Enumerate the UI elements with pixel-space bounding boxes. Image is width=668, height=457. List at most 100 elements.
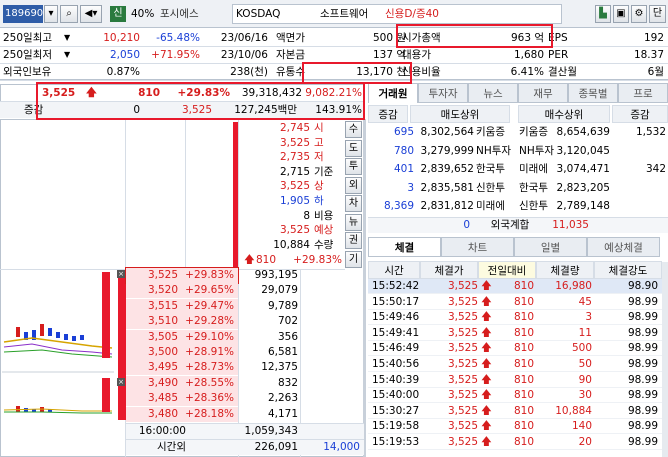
info-mid-value: 500 원 bbox=[372, 32, 406, 44]
tab-4[interactable]: 종목별 bbox=[568, 83, 618, 103]
speaker-icon[interactable]: ◀▾ bbox=[80, 5, 102, 23]
info-mid-label: 유통수 bbox=[276, 66, 305, 78]
summary-label: 저 bbox=[314, 151, 324, 164]
trade-time: 15:50:17 bbox=[372, 295, 420, 308]
trade-time: 15:40:00 bbox=[372, 389, 420, 402]
side-tab-4[interactable]: 차 bbox=[345, 195, 362, 212]
ob-footer-label: 16:00:00 bbox=[138, 425, 186, 437]
row-line bbox=[0, 80, 668, 81]
price-change-pct: +29.83% bbox=[177, 87, 230, 99]
tab-2[interactable]: 뉴스 bbox=[468, 83, 518, 103]
trade-time: 15:19:58 bbox=[372, 420, 420, 433]
broker-sell-name: 키움증 bbox=[476, 126, 505, 138]
chart-close-icon[interactable]: × bbox=[117, 270, 125, 278]
trade-qty: 45 bbox=[578, 295, 592, 308]
side-tab-3[interactable]: 외 bbox=[345, 176, 362, 194]
ma-line-3 bbox=[3, 349, 113, 358]
info-left-value: 10,210 bbox=[103, 32, 140, 44]
broker-sell-name: 신한투 bbox=[476, 181, 505, 194]
ob-price: 3,490 bbox=[147, 376, 178, 389]
trade-scrollbar[interactable] bbox=[662, 262, 668, 457]
ob-pct: +28.36% bbox=[185, 392, 234, 405]
trade-tab-1[interactable]: 차트 bbox=[441, 237, 514, 257]
trade-price: 3,525 bbox=[447, 436, 478, 448]
trade-tab-0[interactable]: 체결 bbox=[368, 237, 441, 257]
ob-qty: 29,079 bbox=[261, 284, 298, 297]
side-tab-6[interactable]: 권 bbox=[345, 232, 362, 249]
expected-pct: +29.83% bbox=[293, 254, 342, 266]
search-icon[interactable]: ⌕ bbox=[60, 5, 78, 23]
summary-value: 2,735 bbox=[279, 151, 310, 164]
divider bbox=[238, 119, 239, 457]
trade-strength: 98.99 bbox=[627, 420, 658, 433]
trade-qty: 11 bbox=[578, 326, 592, 339]
ob-price: 3,480 bbox=[147, 407, 178, 420]
trade-time: 15:19:53 bbox=[372, 436, 420, 448]
broker-header: 매도상위 bbox=[410, 105, 510, 123]
dropdown-icon[interactable]: ▼ bbox=[64, 47, 70, 63]
gear-icon[interactable]: ⚙ bbox=[631, 5, 647, 23]
trade-header: 체결량 bbox=[536, 261, 594, 279]
summary-label: 시 bbox=[314, 122, 324, 134]
info-left-value: 0.87% bbox=[106, 66, 140, 78]
trade-price: 3,525 bbox=[447, 420, 478, 433]
ob-pct: +28.18% bbox=[185, 407, 234, 420]
stock-name: 포시에스 bbox=[160, 8, 199, 20]
trade-tab-3[interactable]: 예상체결 bbox=[587, 237, 660, 257]
side-tab-0[interactable]: 수 bbox=[345, 121, 362, 138]
broker-sell-diff: 695 bbox=[393, 126, 414, 138]
side-tab-1[interactable]: 도 bbox=[345, 139, 362, 157]
dropdown-button[interactable]: ▾ bbox=[44, 5, 58, 23]
trade-header: 체결강도 bbox=[594, 261, 662, 279]
info-left-pct: -65.48% bbox=[156, 32, 200, 44]
broker-buy-name: 한국투 bbox=[519, 181, 548, 194]
tab-0[interactable]: 거래원 bbox=[368, 83, 418, 103]
summary-value: 2,715 bbox=[279, 165, 310, 178]
tab-3[interactable]: 재무 bbox=[518, 83, 568, 103]
broker-buy-diff bbox=[612, 180, 666, 196]
trade-time: 15:52:42 bbox=[372, 280, 420, 292]
ob-qty: 6,581 bbox=[267, 346, 298, 358]
dropdown-icon[interactable]: ▼ bbox=[64, 30, 70, 46]
trade-tab-2[interactable]: 일별 bbox=[514, 237, 587, 257]
ob-price: 3,485 bbox=[147, 392, 178, 405]
info-left-date: 23/06/16 bbox=[220, 32, 268, 44]
summary-value: 3,525 bbox=[279, 224, 310, 237]
broker-buy-name: 신한투 bbox=[519, 200, 548, 212]
volume-bars bbox=[3, 378, 112, 414]
chart-close-icon[interactable]: × bbox=[117, 378, 125, 386]
side-tab-5[interactable]: 뉴 bbox=[345, 213, 362, 231]
single-view-button[interactable]: 단 bbox=[649, 5, 666, 23]
ma-line-1 bbox=[3, 337, 113, 349]
broker-buy-name: 키움증 bbox=[519, 126, 548, 138]
tab-1[interactable]: 투자자 bbox=[418, 83, 468, 103]
broker-header: 증감 bbox=[612, 105, 668, 123]
broker-header: 증감 bbox=[368, 105, 408, 123]
broker-buy-diff: 342 bbox=[645, 163, 666, 175]
trade-change: 810 bbox=[513, 373, 534, 386]
info-mid-label: 액면가 bbox=[276, 32, 305, 44]
trade-price: 3,525 bbox=[447, 311, 478, 324]
ob-pct: +29.28% bbox=[185, 315, 234, 328]
code-input[interactable]: 189690 bbox=[3, 5, 43, 23]
trade-strength: 98.99 bbox=[627, 311, 658, 324]
info-mid-label: 자본금 bbox=[276, 49, 305, 61]
side-scroll[interactable] bbox=[363, 119, 366, 457]
info-left-label: 외국인보유 bbox=[3, 66, 52, 78]
ob-pct: +29.10% bbox=[185, 330, 234, 343]
expected-change: 810 bbox=[256, 254, 277, 266]
side-tab-2[interactable]: 투 bbox=[345, 158, 362, 175]
chart-icon[interactable]: ▙ bbox=[595, 5, 611, 23]
tab-5[interactable]: 프로 bbox=[618, 83, 668, 103]
trade-qty: 20 bbox=[578, 436, 592, 448]
window-icon[interactable]: ▣ bbox=[613, 5, 629, 23]
broker-buy-name: 미래에 bbox=[519, 163, 548, 175]
broker-buy-diff bbox=[612, 198, 666, 214]
trade-strength: 98.99 bbox=[627, 436, 658, 448]
up-arrow-icon: 🡅 bbox=[86, 87, 97, 99]
info-left-date: 238(천) bbox=[230, 66, 268, 78]
summary-value: 8 bbox=[303, 209, 310, 222]
broker-buy-qty: 8,654,639 bbox=[556, 126, 610, 138]
side-tab-7[interactable]: 기 bbox=[345, 250, 362, 268]
credit-label: 신용D/증40 bbox=[385, 8, 439, 20]
